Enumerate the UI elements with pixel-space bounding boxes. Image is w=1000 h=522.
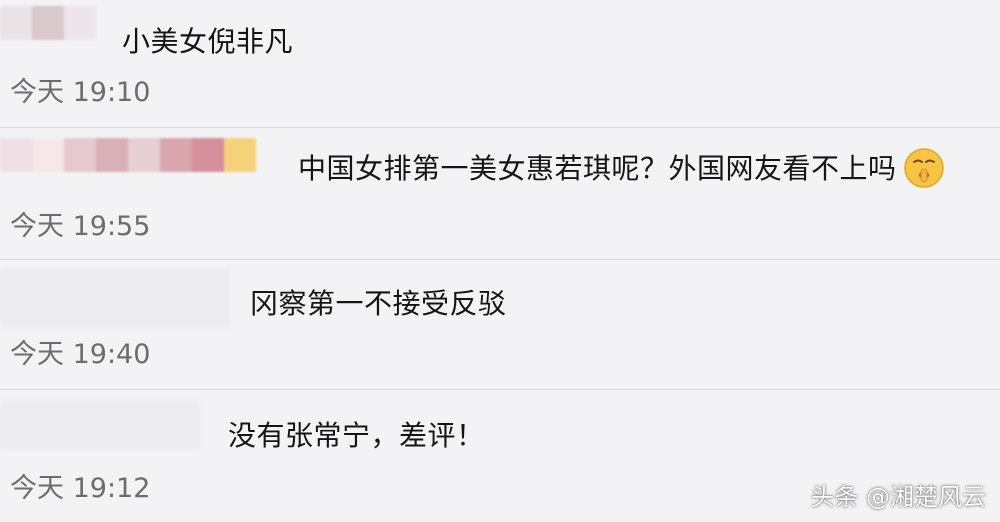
comment-time: 今天 19:12: [10, 473, 151, 504]
comment-item: 冈察第一不接受反驳 今天 19:40: [0, 260, 1000, 388]
watermark: 头条 @湘楚风云: [810, 483, 986, 511]
blurred-username: [0, 268, 230, 328]
shushing-face-icon: [903, 148, 944, 188]
comment-item: 中国女排第一美女惠若琪呢？外国网友看不上吗 今天 19:55: [0, 128, 1000, 258]
comment-time: 今天 19:55: [10, 211, 151, 242]
comment-text: 中国女排第一美女惠若琪呢？外国网友看不上吗: [298, 147, 945, 191]
comment-time: 今天 19:40: [10, 339, 151, 370]
comment-text: 冈察第一不接受反驳: [250, 287, 507, 320]
blurred-username: [0, 6, 96, 40]
comment-time: 今天 19:10: [10, 77, 151, 108]
comment-item: 小美女倪非凡 今天 19:10: [0, 0, 1000, 126]
blurred-username: [0, 138, 256, 172]
comment-text: 小美女倪非凡: [122, 25, 294, 58]
comment-text: 没有张常宁，差评！: [228, 419, 485, 452]
blurred-username: [0, 400, 200, 450]
comment-text-content: 中国女排第一美女惠若琪呢？外国网友看不上吗: [298, 152, 897, 185]
